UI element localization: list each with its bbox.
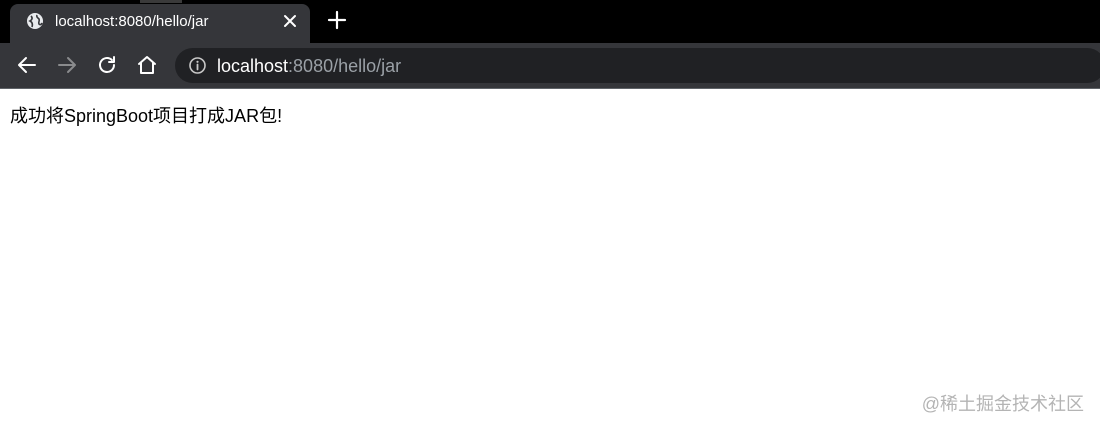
address-bar[interactable]: localhost:8080/hello/jar bbox=[175, 48, 1100, 83]
plus-icon[interactable] bbox=[327, 10, 347, 30]
home-icon[interactable] bbox=[136, 54, 158, 76]
tab-strip: localhost:8080/hello/jar bbox=[0, 0, 1100, 43]
tab-title: localhost:8080/hello/jar bbox=[55, 13, 209, 30]
page-message: 成功将SpringBoot项目打成JAR包! bbox=[10, 106, 283, 126]
reload-icon[interactable] bbox=[96, 54, 118, 76]
browser-window: localhost:8080/hello/jar localhost:8080/… bbox=[0, 0, 1100, 430]
url-text[interactable]: localhost:8080/hello/jar bbox=[217, 56, 401, 77]
tab-active[interactable]: localhost:8080/hello/jar bbox=[10, 4, 310, 43]
url-host: localhost bbox=[217, 56, 289, 76]
url-path: :8080/hello/jar bbox=[288, 56, 402, 76]
arrow-left-icon[interactable] bbox=[16, 54, 38, 76]
page-content: 成功将SpringBoot项目打成JAR包! @稀土掘金技术社区 bbox=[0, 89, 1100, 430]
browser-toolbar: localhost:8080/hello/jar bbox=[0, 43, 1100, 88]
watermark: @稀土掘金技术社区 bbox=[921, 394, 1084, 414]
close-icon[interactable] bbox=[281, 12, 299, 30]
globe-icon bbox=[27, 13, 43, 29]
arrow-right-icon[interactable] bbox=[56, 54, 78, 76]
tab-strip-accent bbox=[140, 0, 182, 3]
info-icon[interactable] bbox=[188, 56, 207, 75]
